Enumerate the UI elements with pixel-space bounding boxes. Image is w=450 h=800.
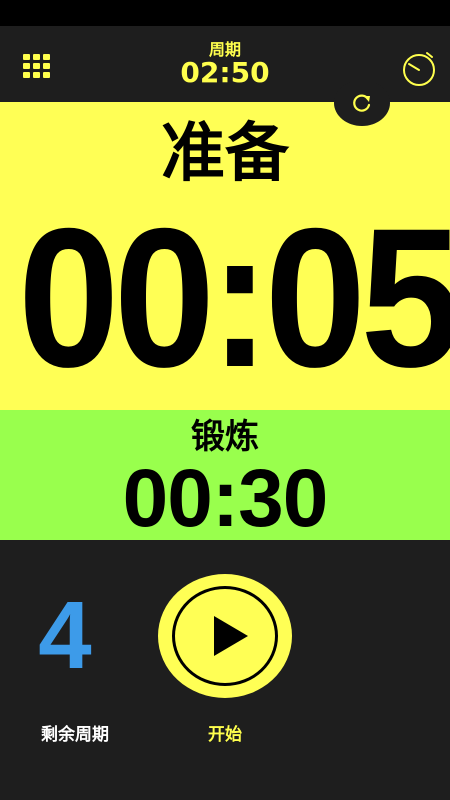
start-label[interactable]: 开始 <box>175 720 275 745</box>
start-button[interactable] <box>158 574 292 698</box>
stopwatch-icon[interactable] <box>400 50 438 88</box>
status-bar <box>0 0 450 26</box>
work-phase-panel: 锻炼 00:30 <box>0 410 450 540</box>
cycle-total-time: 02:50 <box>180 56 270 89</box>
prepare-time: 00:05 <box>18 187 450 408</box>
remaining-cycles-count: 4 <box>38 582 92 689</box>
work-time: 00:30 <box>122 453 329 544</box>
reset-button[interactable] <box>334 80 390 126</box>
refresh-icon <box>353 94 371 112</box>
remaining-cycles-label: 剩余周期 <box>41 725 109 745</box>
play-icon <box>214 616 248 656</box>
prepare-label: 准备 <box>161 117 289 191</box>
bottom-controls: 4 剩余周期 开始 <box>0 540 450 800</box>
prepare-phase-panel: 准备 00:05 <box>0 102 450 410</box>
